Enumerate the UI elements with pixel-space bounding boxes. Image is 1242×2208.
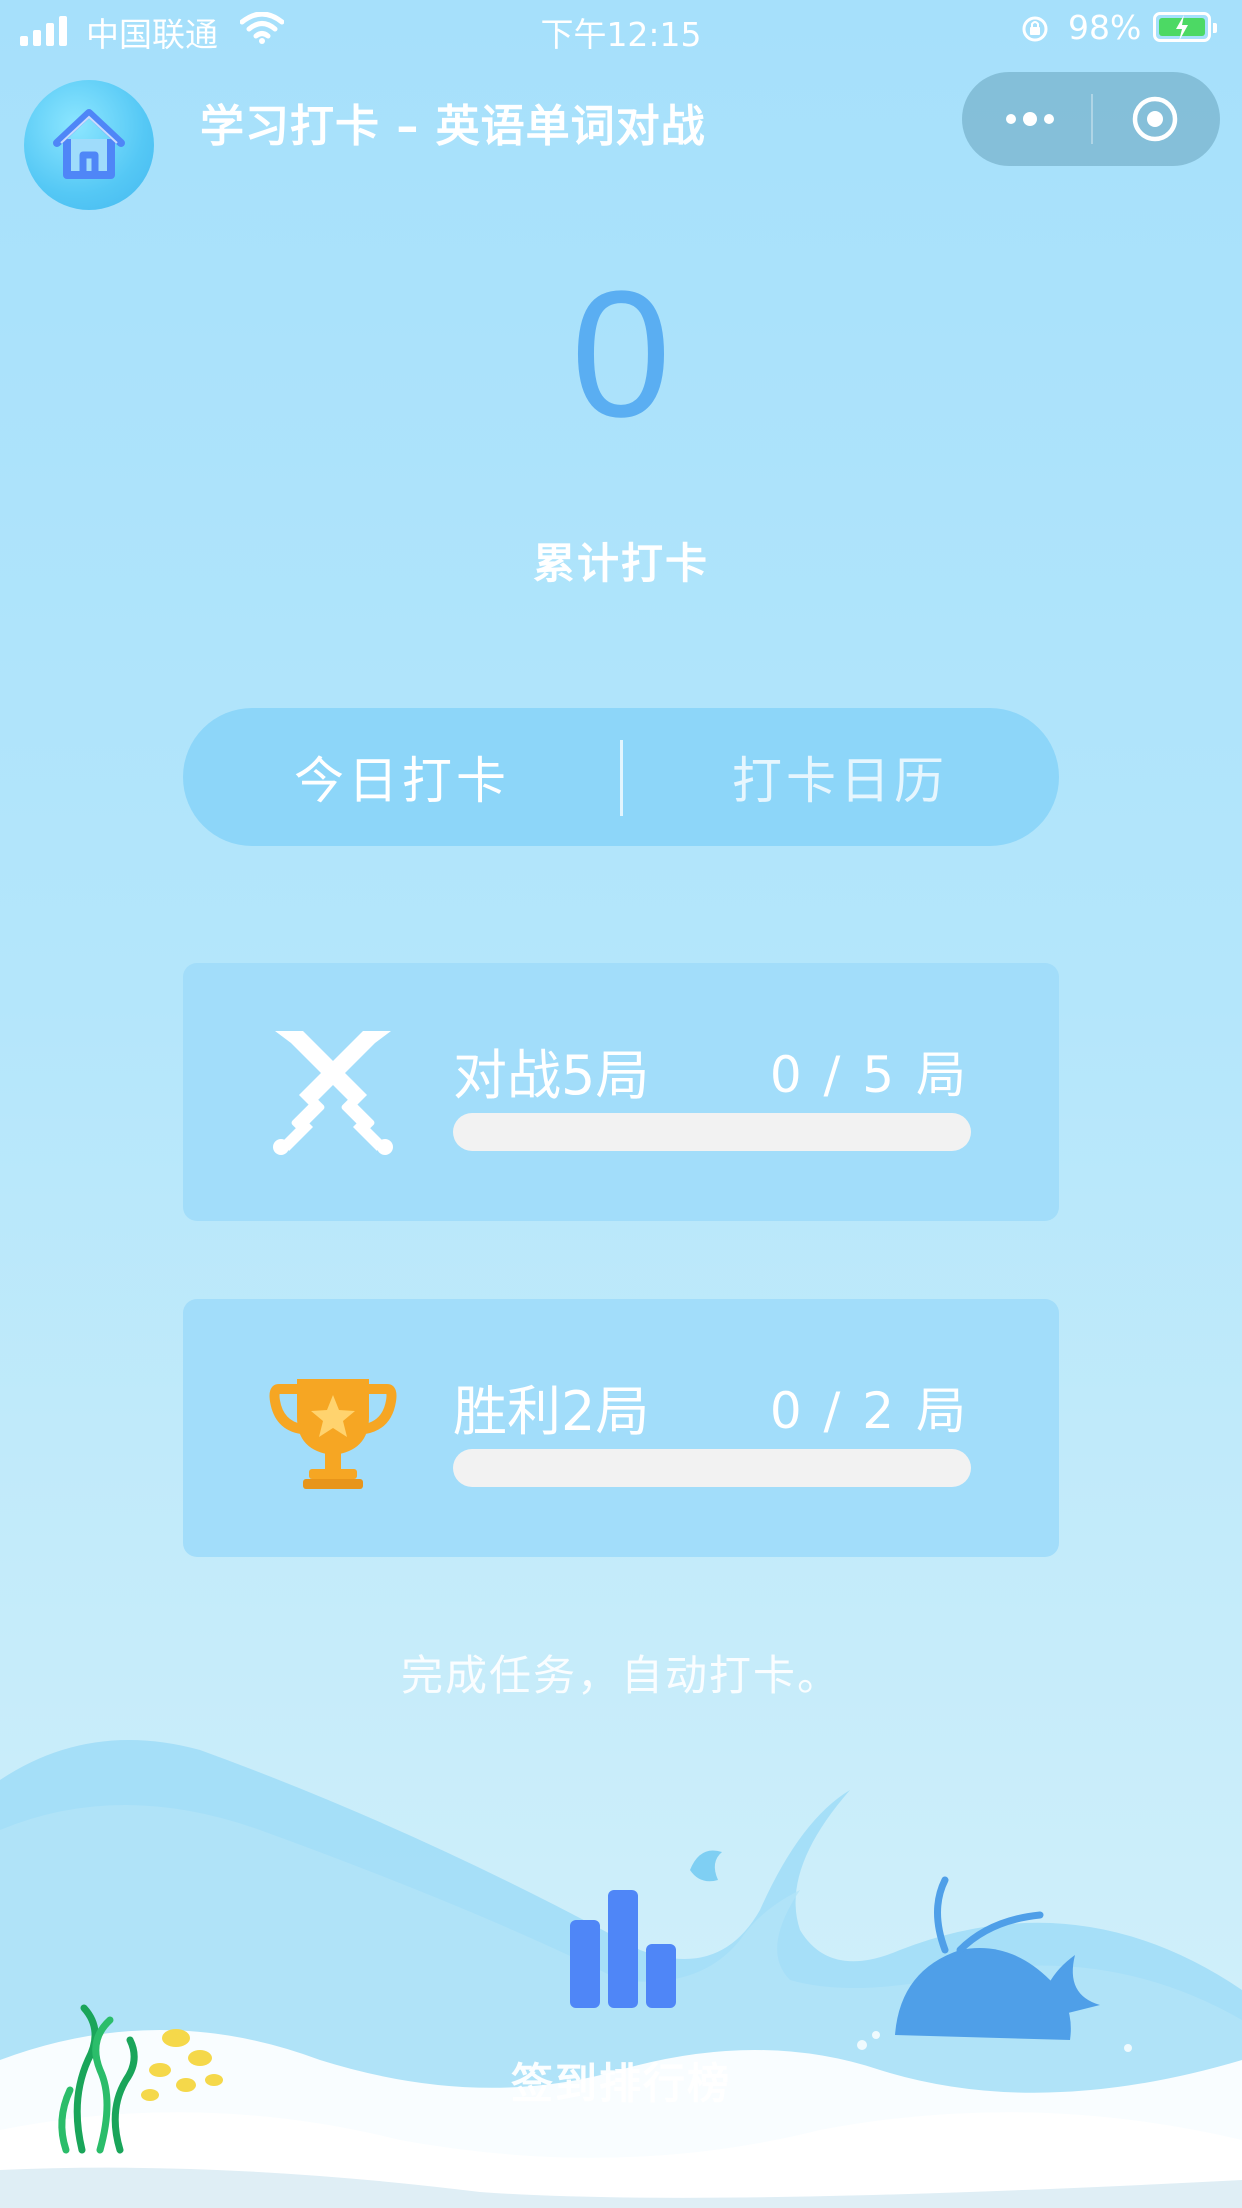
close-miniprogram-button[interactable]	[1130, 94, 1180, 144]
more-button[interactable]	[1000, 102, 1060, 136]
task-card-victory: 胜利2局 0 / 2 局	[183, 1299, 1059, 1557]
task-progress-bar	[453, 1449, 971, 1487]
page-title: 学习打卡 – 英语单词对战	[200, 101, 706, 152]
task-card-battle: 对战5局 0 / 5 局	[183, 963, 1059, 1221]
orientation-lock-icon	[1022, 16, 1048, 42]
checkin-tabs: 今日打卡 打卡日历	[183, 708, 1059, 846]
task-progress-text: 0 / 5 局	[769, 1046, 969, 1104]
task-progress-bar	[453, 1113, 971, 1151]
battery-percentage: 98%	[1068, 8, 1142, 47]
status-time: 下午12:15	[540, 15, 702, 54]
home-icon	[53, 109, 125, 179]
crossed-swords-icon	[273, 1031, 393, 1155]
task-name: 胜利2局	[453, 1380, 650, 1443]
bar-chart-icon	[570, 1890, 676, 2008]
tab-today-checkin[interactable]: 今日打卡	[183, 708, 621, 846]
nav-bar: 学习打卡 – 英语单词对战	[0, 62, 1242, 212]
task-name: 对战5局	[453, 1044, 650, 1107]
battery-icon	[1153, 12, 1217, 42]
trophy-icon	[269, 1379, 397, 1489]
auto-checkin-hint: 完成任务，自动打卡。	[400, 1651, 841, 1700]
status-bar: 中国联通 下午12:15 98%	[0, 0, 1242, 62]
tab-checkin-calendar[interactable]: 打卡日历	[621, 708, 1059, 846]
leaderboard-button[interactable]: 签到排行榜	[496, 1890, 746, 2120]
leaderboard-label: 签到排行榜	[510, 2059, 731, 2108]
total-checkin-count: 0	[570, 254, 672, 455]
home-button[interactable]	[24, 80, 154, 210]
total-checkin-label: 累计打卡	[532, 539, 709, 588]
task-progress-text: 0 / 2 局	[769, 1382, 969, 1440]
menu-capsule	[962, 72, 1220, 166]
